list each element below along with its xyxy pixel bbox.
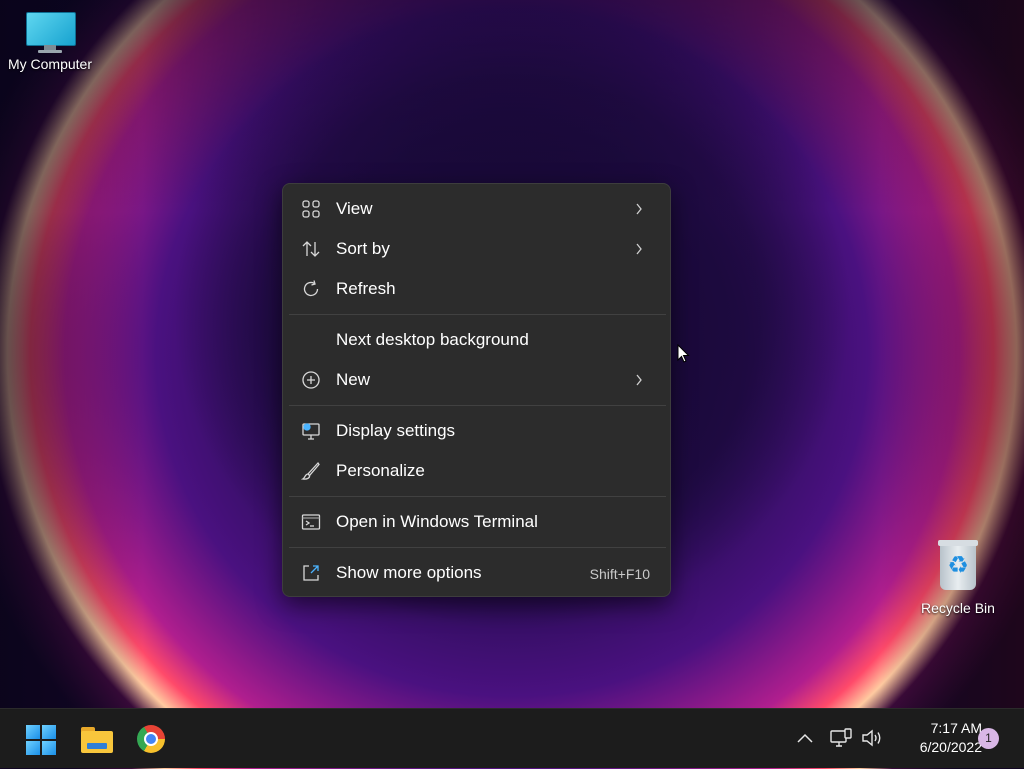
menu-separator	[289, 314, 666, 315]
menu-item-label: Sort by	[336, 239, 390, 258]
mouse-cursor-icon	[677, 343, 691, 364]
chevron-right-icon	[634, 239, 644, 259]
menu-item-label: Personalize	[336, 461, 425, 480]
taskbar-clock[interactable]: 7:17 AM 6/20/2022	[888, 719, 982, 757]
desktop-icon-recycle-bin[interactable]: ♻ Recycle Bin	[908, 540, 1008, 616]
chevron-right-icon	[634, 370, 644, 390]
menu-separator	[289, 547, 666, 548]
monitor-icon	[24, 12, 76, 53]
menu-item-refresh[interactable]: Refresh	[289, 271, 664, 307]
open-external-icon	[301, 563, 321, 583]
recycle-bin-icon: ♻	[936, 540, 980, 592]
start-button[interactable]	[21, 719, 61, 759]
menu-item-next-desktop-background[interactable]: Next desktop background	[289, 322, 664, 358]
menu-item-label: View	[336, 199, 373, 218]
grid-view-icon	[301, 199, 321, 219]
menu-item-label: New	[336, 370, 371, 389]
clock-time: 7:17 AM	[930, 720, 982, 736]
desktop-icon-my-computer[interactable]: My Computer	[0, 12, 100, 72]
menu-separator	[289, 405, 666, 406]
menu-item-label: Open in Windows Terminal	[336, 512, 538, 531]
notification-badge[interactable]: 1	[978, 728, 999, 749]
windows-start-icon	[26, 725, 56, 755]
menu-item-display-settings[interactable]: Display settings	[289, 413, 664, 449]
chevron-up-icon	[797, 733, 813, 743]
display-settings-icon	[301, 421, 321, 441]
desktop-icon-label: My Computer	[7, 56, 93, 72]
taskbar-app-file-explorer[interactable]	[77, 719, 117, 759]
clock-date: 6/20/2022	[919, 739, 982, 755]
sort-arrows-icon	[301, 239, 321, 259]
menu-item-label: Refresh	[336, 279, 396, 298]
refresh-icon	[301, 279, 321, 299]
plus-circle-icon	[301, 370, 321, 390]
menu-item-personalize[interactable]: Personalize	[289, 453, 664, 489]
network-icon	[830, 728, 852, 747]
desktop-context-menu: View Sort by Refresh Next desktop backgr…	[282, 183, 671, 597]
terminal-icon	[301, 512, 321, 532]
menu-separator	[289, 496, 666, 497]
keyboard-shortcut: Shift+F10	[589, 566, 650, 582]
folder-icon	[81, 727, 113, 753]
menu-item-sort-by[interactable]: Sort by	[289, 231, 664, 267]
taskbar-app-chrome[interactable]	[131, 719, 171, 759]
taskbar: 7:17 AM 6/20/2022 1	[0, 708, 1024, 768]
volume-button[interactable]	[860, 709, 884, 769]
menu-item-show-more-options[interactable]: Show more options Shift+F10	[289, 555, 664, 591]
show-hidden-icons-button[interactable]	[794, 709, 816, 769]
menu-item-new[interactable]: New	[289, 362, 664, 398]
menu-item-open-in-windows-terminal[interactable]: Open in Windows Terminal	[289, 504, 664, 540]
chevron-right-icon	[634, 199, 644, 219]
menu-item-label: Show more options	[336, 563, 482, 582]
desktop-icon-label: Recycle Bin	[921, 600, 995, 616]
brush-icon	[300, 461, 321, 481]
menu-item-label: Next desktop background	[336, 330, 529, 349]
menu-item-view[interactable]: View	[289, 191, 664, 227]
volume-icon	[862, 729, 881, 747]
chrome-icon	[137, 725, 165, 753]
network-status-button[interactable]	[828, 709, 854, 769]
menu-item-label: Display settings	[336, 421, 456, 440]
